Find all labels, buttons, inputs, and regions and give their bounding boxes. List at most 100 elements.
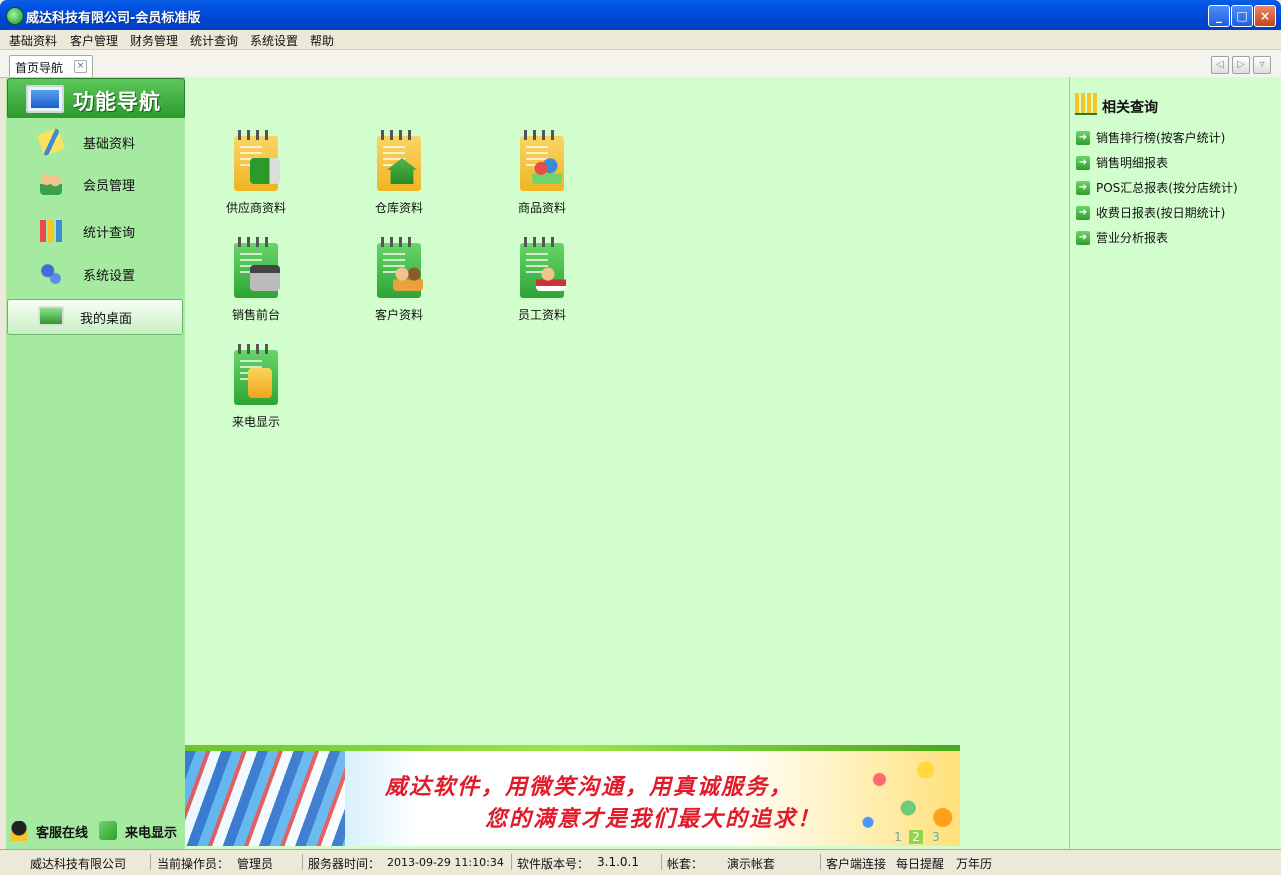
window-title: 威达科技有限公司-会员标准版: [26, 11, 201, 26]
tab-strip: 首页导航 ×: [0, 50, 1281, 78]
sidebar-item-desktop[interactable]: 我的桌面: [7, 299, 183, 335]
tab-prev-icon[interactable]: ◁: [1211, 56, 1229, 74]
link-label: 销售明细报表: [1096, 156, 1169, 170]
banner-line2: 您的满意才是我们最大的追求！: [485, 807, 822, 832]
tile-label: 员工资料: [517, 308, 566, 322]
link-pos-summary[interactable]: ➔ POS汇总报表(按分店统计): [1075, 178, 1275, 196]
tile-label: 商品资料: [517, 201, 566, 215]
sidebar-bottom-links: 客服在线 来电显示: [6, 820, 185, 844]
tile-label: 供应商资料: [225, 201, 286, 215]
arrow-icon: ➔: [1076, 206, 1090, 220]
menu-settings[interactable]: 系统设置: [250, 32, 298, 49]
phone-icon: [99, 821, 117, 840]
minimize-button[interactable]: _: [1208, 5, 1230, 27]
main-panel: 供应商资料 仓库资料 商品资料 销售前台 客户资料 员工资料 来电显示: [185, 77, 1069, 849]
caller-id-link[interactable]: 来电显示: [125, 822, 177, 841]
cash-register-icon: [234, 237, 280, 298]
house-icon: [377, 130, 421, 191]
promo-banner[interactable]: 威达软件，用微笑沟通，用真诚服务， 您的满意才是我们最大的追求！ 1 2 3: [185, 745, 960, 846]
link-label: POS汇总报表(按分店统计): [1096, 181, 1238, 195]
related-query-title: 相关查询: [1102, 100, 1158, 116]
tile-caller-id[interactable]: 来电显示: [201, 344, 311, 445]
tile-warehouse[interactable]: 仓库资料: [344, 130, 454, 231]
sidebar-item-basic[interactable]: 基础资料: [6, 123, 185, 159]
product-icon: [520, 130, 564, 191]
chart-icon: [40, 220, 62, 242]
menu-help[interactable]: 帮助: [310, 32, 334, 49]
banner-page-1[interactable]: 1: [891, 830, 905, 844]
link-daily-fee[interactable]: ➔ 收费日报表(按日期统计): [1075, 203, 1275, 221]
link-business-analysis[interactable]: ➔ 营业分析报表: [1075, 228, 1275, 246]
users-icon: [40, 173, 62, 195]
menu-finance[interactable]: 财务管理: [130, 32, 178, 49]
arrow-icon: ➔: [1076, 131, 1090, 145]
banner-page-2[interactable]: 2: [909, 830, 923, 844]
employee-icon: [520, 237, 566, 298]
status-company: 威达科技有限公司: [30, 857, 127, 871]
link-sales-detail[interactable]: ➔ 销售明细报表: [1075, 153, 1275, 171]
client-connect-button[interactable]: 客户端连接: [826, 855, 886, 872]
close-button[interactable]: ×: [1254, 5, 1276, 27]
menu-basic[interactable]: 基础资料: [9, 32, 57, 49]
calendar-button[interactable]: 万年历: [956, 855, 992, 872]
arrow-icon: ➔: [1076, 156, 1090, 170]
status-account: 演示帐套: [727, 857, 776, 871]
customers-icon: [377, 237, 423, 298]
bar-chart-icon: [1075, 93, 1097, 115]
sidebar-item-stats[interactable]: 统计查询: [6, 212, 185, 248]
link-sales-ranking[interactable]: ➔ 销售排行榜(按客户统计): [1075, 128, 1275, 146]
status-bar: 威达科技有限公司 当前操作员： 管理员 服务器时间： 2013-09-29 11…: [0, 849, 1281, 875]
gears-icon: [40, 263, 62, 285]
app-icon: [6, 7, 24, 25]
status-operator-label: 当前操作员：: [157, 857, 230, 871]
tile-customer[interactable]: 客户资料: [344, 237, 454, 338]
sidebar-header: 功能导航: [7, 78, 185, 119]
tile-sales-front[interactable]: 销售前台: [201, 237, 311, 338]
tile-supplier[interactable]: 供应商资料: [201, 130, 311, 231]
service-online-link[interactable]: 客服在线: [36, 822, 88, 841]
menu-customer[interactable]: 客户管理: [70, 32, 118, 49]
sidebar-item-settings[interactable]: 系统设置: [6, 255, 185, 291]
status-account-label: 帐套：: [667, 857, 704, 871]
link-label: 收费日报表(按日期统计): [1096, 206, 1226, 220]
qq-icon: [10, 821, 28, 841]
phone-icon: [234, 344, 278, 405]
menu-stats[interactable]: 统计查询: [190, 32, 238, 49]
status-operator: 管理员: [237, 857, 274, 871]
banner-page-3[interactable]: 3: [929, 830, 943, 844]
banner-line1: 威达软件，用微笑沟通，用真诚服务，: [385, 775, 794, 800]
sidebar-title: 功能导航: [73, 90, 161, 114]
daily-reminder-button[interactable]: 每日提醒: [896, 855, 944, 872]
tile-label: 客户资料: [374, 308, 423, 322]
sidebar: 功能导航 基础资料 会员管理 统计查询 系统设置 我的桌面: [6, 77, 185, 849]
banner-stripes: [185, 751, 345, 846]
sidebar-list: 基础资料 会员管理 统计查询 系统设置: [6, 118, 185, 298]
sidebar-item-label: 系统设置: [83, 269, 136, 284]
link-label: 营业分析报表: [1096, 231, 1169, 245]
tile-label: 来电显示: [231, 415, 280, 429]
tile-label: 仓库资料: [374, 201, 423, 215]
monitor-icon: [26, 85, 64, 113]
status-server-time: 2013-09-29 11:10:34: [387, 856, 504, 869]
tab-home-nav[interactable]: 首页导航 ×: [9, 55, 93, 77]
sidebar-item-label: 会员管理: [83, 179, 136, 194]
tab-next-icon[interactable]: ▷: [1232, 56, 1250, 74]
tile-employee[interactable]: 员工资料: [487, 237, 597, 338]
status-version-label: 软件版本号：: [517, 857, 590, 871]
tab-label: 首页导航: [15, 61, 64, 75]
tile-label: 销售前台: [231, 308, 280, 322]
sidebar-item-label: 统计查询: [83, 226, 136, 241]
sidebar-item-label: 基础资料: [83, 137, 136, 152]
link-label: 销售排行榜(按客户统计): [1096, 131, 1226, 145]
title-bar: 威达科技有限公司-会员标准版 _ □ ×: [0, 0, 1281, 30]
tile-product[interactable]: 商品资料: [487, 130, 597, 231]
monitor-icon: [38, 306, 64, 326]
arrow-icon: ➔: [1076, 181, 1090, 195]
tab-close-icon[interactable]: ×: [74, 60, 87, 73]
related-query-panel: 相关查询 ➔ 销售排行榜(按客户统计) ➔ 销售明细报表 ➔ POS汇总报表(按…: [1069, 77, 1281, 849]
status-server-time-label: 服务器时间：: [308, 857, 381, 871]
menu-bar: 基础资料 客户管理 财务管理 统计查询 系统设置 帮助: [0, 30, 1281, 50]
tab-list-icon[interactable]: ▿: [1253, 56, 1271, 74]
maximize-button[interactable]: □: [1231, 5, 1253, 27]
sidebar-item-members[interactable]: 会员管理: [6, 165, 185, 201]
